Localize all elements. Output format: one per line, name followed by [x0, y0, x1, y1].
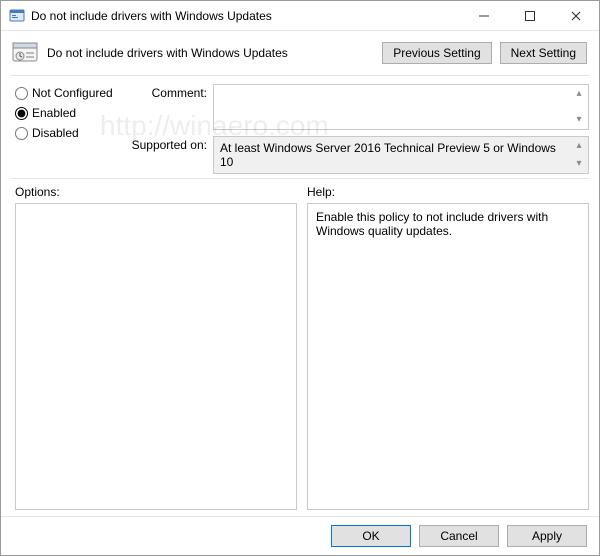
minimize-button[interactable]	[461, 1, 507, 31]
radio-enabled[interactable]	[15, 107, 28, 120]
radio-disabled-label: Disabled	[32, 126, 79, 140]
titlebar: Do not include drivers with Windows Upda…	[1, 1, 599, 31]
comment-label: Comment:	[129, 84, 207, 130]
policy-large-icon	[11, 39, 39, 67]
config-area: Not Configured Enabled Disabled Comment:…	[1, 76, 599, 178]
window: Do not include drivers with Windows Upda…	[0, 0, 600, 556]
options-label: Options:	[15, 185, 297, 199]
apply-button[interactable]: Apply	[507, 525, 587, 547]
radio-enabled-label: Enabled	[32, 106, 76, 120]
comment-input[interactable]: ▴ ▾	[213, 84, 589, 130]
previous-setting-button[interactable]: Previous Setting	[382, 42, 491, 64]
policy-icon	[9, 8, 25, 24]
help-value: Enable this policy to not include driver…	[316, 210, 548, 238]
header: Do not include drivers with Windows Upda…	[1, 31, 599, 75]
supported-box: At least Windows Server 2016 Technical P…	[213, 136, 589, 174]
state-radios: Not Configured Enabled Disabled	[15, 84, 123, 174]
scroll-up-icon[interactable]: ▴	[572, 139, 586, 153]
ok-button[interactable]: OK	[331, 525, 411, 547]
scroll-down-icon[interactable]: ▾	[572, 113, 586, 127]
footer: OK Cancel Apply	[1, 516, 599, 555]
next-setting-button[interactable]: Next Setting	[500, 42, 587, 64]
help-label: Help:	[307, 185, 589, 199]
radio-disabled[interactable]	[15, 127, 28, 140]
policy-title: Do not include drivers with Windows Upda…	[47, 46, 374, 60]
window-title: Do not include drivers with Windows Upda…	[31, 9, 272, 23]
supported-value: At least Windows Server 2016 Technical P…	[220, 141, 556, 169]
options-panel[interactable]	[15, 203, 297, 510]
panes: Options: Help: Enable this policy to not…	[1, 179, 599, 516]
help-panel: Enable this policy to not include driver…	[307, 203, 589, 510]
maximize-button[interactable]	[507, 1, 553, 31]
scroll-down-icon[interactable]: ▾	[572, 157, 586, 171]
close-button[interactable]	[553, 1, 599, 31]
radio-not-configured-label: Not Configured	[32, 86, 113, 100]
cancel-button[interactable]: Cancel	[419, 525, 499, 547]
scroll-up-icon[interactable]: ▴	[572, 87, 586, 101]
supported-label: Supported on:	[129, 136, 207, 174]
radio-not-configured[interactable]	[15, 87, 28, 100]
